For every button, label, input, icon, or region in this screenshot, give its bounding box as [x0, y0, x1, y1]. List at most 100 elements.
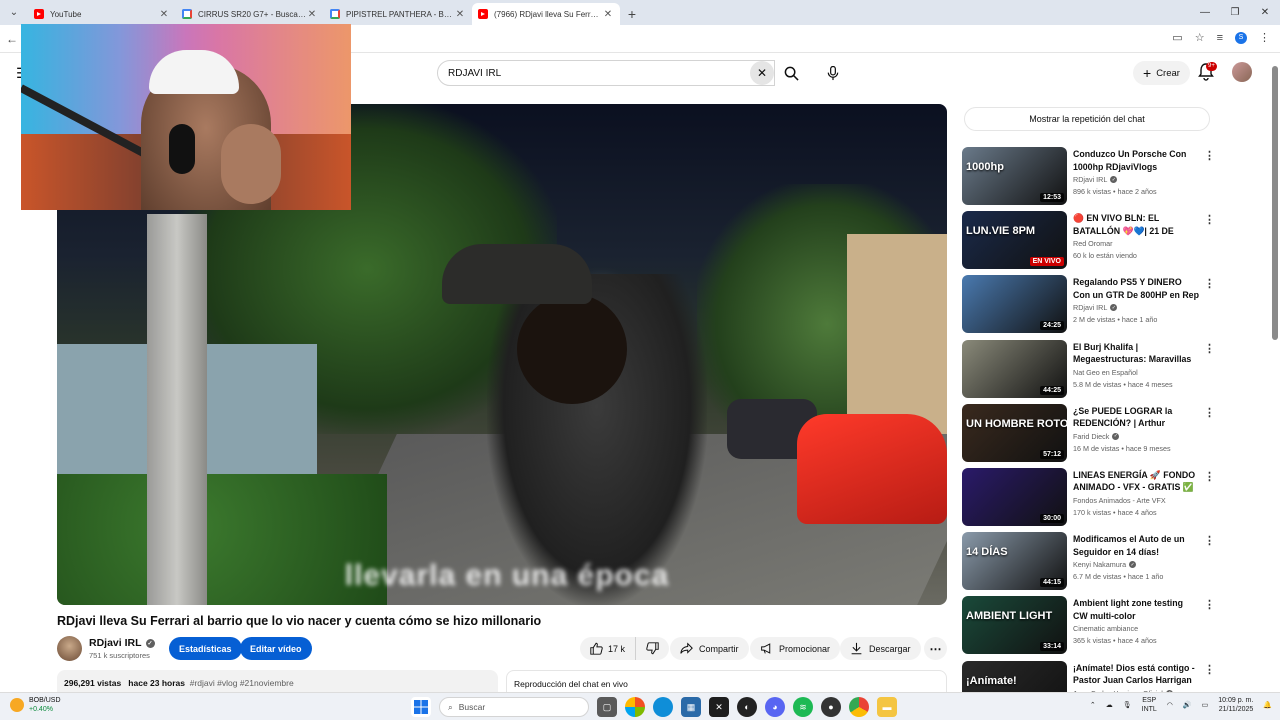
taskbar-search[interactable]: ⌕ Buscar — [439, 697, 589, 717]
page-scrollbar[interactable] — [1272, 66, 1278, 340]
microphone-tray-icon[interactable]: 🎙 — [1123, 701, 1132, 709]
more-options-icon[interactable]: ⋮ — [1204, 342, 1215, 355]
video-thumbnail[interactable]: 1000hp 12:53 — [962, 147, 1067, 205]
recommended-title[interactable]: 🔴 EN VIVO BLN: EL BATALLÓN 💖💙| 21 DE NOV… — [1073, 212, 1199, 237]
recommended-video[interactable]: UN HOMBRE ROTO 57:12 ¿Se PUEDE LOGRAR la R… — [962, 403, 1220, 468]
more-options-icon[interactable]: ⋮ — [1204, 470, 1215, 483]
windows-start-icon[interactable] — [411, 697, 431, 717]
recommended-video[interactable]: 24:25 Regalando PS5 Y DINERO Con un GTR D… — [962, 275, 1220, 339]
recommended-channel[interactable]: Cinematic ambiance — [1073, 624, 1138, 633]
download-button[interactable]: Descargar — [840, 637, 921, 660]
more-options-icon[interactable]: ⋮ — [1204, 149, 1215, 162]
clock[interactable]: 10:09 p. m. 21/11/2025 — [1218, 696, 1253, 714]
create-button[interactable]: + Crear — [1133, 61, 1190, 85]
store-icon[interactable]: ▦ — [681, 697, 701, 717]
video-thumbnail[interactable]: 24:25 — [962, 275, 1067, 334]
file-explorer-icon[interactable]: ▬ — [877, 697, 897, 717]
like-button[interactable]: 17 k — [580, 637, 637, 660]
video-thumbnail[interactable]: 14 DÍAS 44:15 — [962, 532, 1067, 591]
video-thumbnail[interactable]: LUN.VIE 8PM EN VIVO — [962, 211, 1067, 270]
bookmark-star-icon[interactable]: ☆ — [1195, 31, 1205, 44]
recommended-channel[interactable]: Red Oromar — [1073, 239, 1113, 248]
minimize-icon[interactable]: — — [1190, 0, 1220, 25]
tab-close-icon[interactable]: ✕ — [602, 9, 614, 20]
notification-center-icon[interactable]: 🔔 — [1263, 701, 1272, 709]
tab-close-icon[interactable]: ✕ — [454, 9, 466, 20]
recommended-video[interactable]: 30:00 LINEAS ENERGÍA 🚀 FONDO ANIMADO - VF… — [962, 467, 1220, 532]
video-thumbnail[interactable]: 30:00 — [962, 467, 1067, 526]
battery-icon[interactable]: ▭ — [1202, 701, 1209, 709]
recommended-channel[interactable]: RDjavi IRL ✓ — [1073, 303, 1118, 312]
capcut-icon[interactable]: ✕ — [709, 697, 729, 717]
more-actions-icon[interactable]: ⋯ — [924, 637, 947, 660]
video-thumbnail[interactable]: UN HOMBRE ROTO 57:12 — [962, 403, 1067, 462]
more-options-icon[interactable]: ⋮ — [1204, 213, 1215, 226]
recommended-channel[interactable]: RDjavi IRL ✓ — [1073, 175, 1118, 184]
hashtags[interactable]: #rdjavi #vlog #21noviembre — [190, 678, 294, 688]
recommended-channel[interactable]: Fondos Animados - Arte VFX — [1073, 496, 1166, 505]
dislike-button[interactable] — [636, 637, 669, 660]
copilot-icon[interactable] — [625, 697, 645, 717]
new-tab-button[interactable]: + — [620, 3, 644, 25]
more-options-icon[interactable]: ⋮ — [1204, 277, 1215, 290]
chrome-icon[interactable] — [849, 697, 869, 717]
recommended-channel[interactable]: Kenyi Nakamura ✓ — [1073, 560, 1137, 569]
share-button[interactable]: Compartir — [670, 637, 749, 660]
maximize-icon[interactable]: ❐ — [1220, 0, 1250, 25]
tray-chevron-up-icon[interactable]: ⌃ — [1090, 701, 1096, 709]
search-input[interactable]: RDJAVI IRL — [437, 60, 775, 86]
tab-search-chevron-icon[interactable]: ⌄ — [0, 0, 28, 25]
recommended-channel[interactable]: Nat Geo en Español — [1073, 368, 1138, 377]
recommended-title[interactable]: Modificamos el Auto de un Seguidor en 14… — [1073, 533, 1199, 558]
language-indicator[interactable]: ESP INTL — [1142, 696, 1157, 714]
browser-profile-avatar[interactable]: S — [1235, 31, 1247, 44]
recommended-title[interactable]: LINEAS ENERGÍA 🚀 FONDO ANIMADO - VFX - G… — [1073, 469, 1199, 494]
more-options-icon[interactable]: ⋮ — [1204, 406, 1215, 419]
edit-video-button[interactable]: Editar vídeo — [240, 637, 312, 660]
recommended-title[interactable]: ¡Anímate! Dios está contigo - Pastor Jua… — [1073, 662, 1199, 687]
recommended-channel[interactable]: Farid Dieck ✓ — [1073, 432, 1120, 441]
spotify-icon[interactable]: ≋ — [793, 697, 813, 717]
recommended-video[interactable]: 14 DÍAS 44:15 Modificamos el Auto de un Se… — [962, 532, 1220, 596]
more-options-icon[interactable]: ⋮ — [1204, 534, 1215, 547]
volume-icon[interactable]: 🔊 — [1183, 701, 1192, 709]
recommended-title[interactable]: El Burj Khalifa | Megaestructuras: Marav… — [1073, 341, 1199, 366]
tab-close-icon[interactable]: ✕ — [306, 9, 318, 20]
wifi-icon[interactable]: ◠ — [1167, 701, 1173, 709]
tab-close-icon[interactable]: ✕ — [158, 9, 170, 20]
close-window-icon[interactable]: ✕ — [1250, 0, 1280, 25]
more-options-icon[interactable]: ⋮ — [1204, 598, 1215, 611]
account-avatar[interactable] — [1232, 62, 1252, 82]
task-view-icon[interactable]: ▢ — [597, 697, 617, 717]
search-button[interactable] — [778, 61, 804, 85]
recommended-title[interactable]: Ambient light zone testing CW multi-colo… — [1073, 597, 1199, 622]
recommended-video[interactable]: LUN.VIE 8PM EN VIVO 🔴 EN VIVO BLN: EL BATA… — [962, 211, 1220, 275]
browser-tab[interactable]: YouTube ✕ — [28, 3, 176, 25]
more-options-icon[interactable]: ⋮ — [1204, 663, 1215, 676]
browser-tab[interactable]: CIRRUS SR20 G7+ - Buscar con Google✕ — [176, 3, 324, 25]
edge-icon[interactable] — [653, 697, 673, 717]
discord-icon[interactable]: ◕ — [765, 697, 785, 717]
voice-search-button[interactable] — [820, 60, 846, 86]
recommended-video[interactable]: 1000hp 12:53 Conduzco Un Porsche Con 1000h… — [962, 147, 1220, 211]
channel-name-link[interactable]: RDjavi IRL ✓ — [89, 637, 155, 649]
channel-avatar[interactable] — [57, 636, 82, 661]
video-thumbnail[interactable]: AMBIENT LIGHT 33:14 — [962, 596, 1067, 655]
stats-button[interactable]: Estadísticas — [169, 637, 242, 660]
recommended-title[interactable]: Conduzco Un Porsche Con 1000hp RDjaviVlo… — [1073, 148, 1199, 173]
promote-button[interactable]: Promocionar — [750, 637, 841, 660]
recommended-title[interactable]: Regalando PS5 Y DINERO Con un GTR De 800… — [1073, 276, 1199, 301]
recommended-title[interactable]: ¿Se PUEDE LOGRAR la REDENCIÓN? | Arthur … — [1073, 405, 1199, 430]
recommended-video[interactable]: 44:25 El Burj Khalifa | Megaestructuras: … — [962, 339, 1220, 404]
browser-menu-icon[interactable]: ⋮ — [1259, 31, 1270, 44]
back-arrow-icon[interactable]: ← — [6, 32, 18, 46]
browser-tab[interactable]: PIPISTREL PANTHERA - Buscar con Google✕ — [324, 3, 472, 25]
app-icon[interactable]: ● — [821, 697, 841, 717]
video-thumbnail[interactable]: 44:25 — [962, 339, 1067, 398]
cast-icon[interactable]: ▭ — [1172, 31, 1182, 44]
recommended-video[interactable]: AMBIENT LIGHT 33:14 Ambient light zone tes… — [962, 596, 1220, 660]
browser-tab[interactable]: (7966) RDjavi lleva Su Ferrari al barrio… — [472, 3, 620, 25]
market-widget[interactable]: BOB/USD +0.40% — [10, 696, 61, 714]
extensions-icon[interactable]: ≡ — [1217, 32, 1223, 44]
clear-search-button[interactable]: ✕ — [750, 61, 774, 85]
